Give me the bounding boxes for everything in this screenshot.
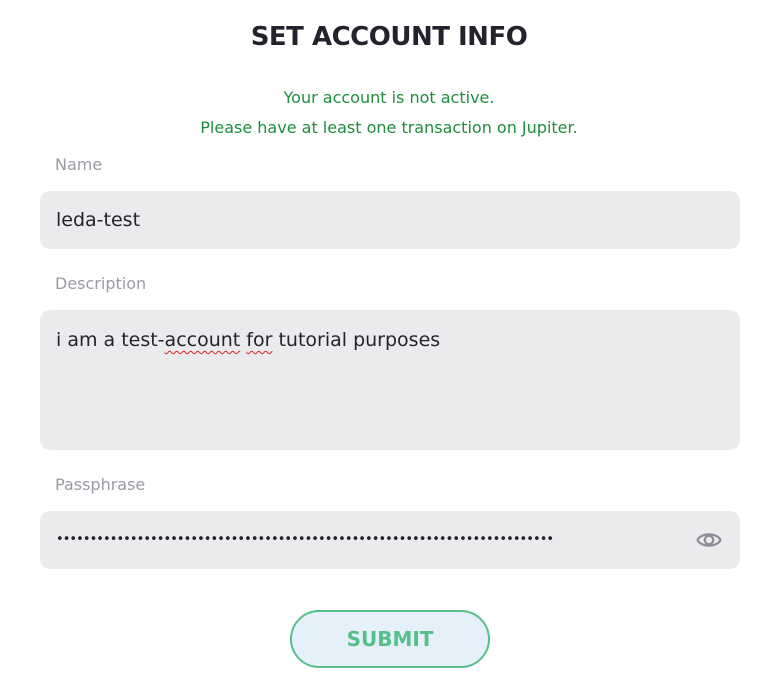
transaction-required-notice: Please have at least one transaction on … [200,118,578,137]
name-value: leda-test [56,209,141,231]
passphrase-masked-value: ••••••••••••••••••••••••••••••••••••••••… [56,532,554,547]
passphrase-label: Passphrase [55,475,146,494]
name-input[interactable]: leda-test [40,191,740,249]
description-text-suffix: tutorial purposes [272,329,441,351]
set-account-info-page: SET ACCOUNT INFO Your account is not act… [0,0,768,691]
submit-button[interactable]: SUBMIT [290,610,490,668]
name-label: Name [55,155,103,174]
spellcheck-word-account: account [164,329,241,351]
description-text-prefix: i am a test- [56,329,165,351]
description-label: Description [55,274,147,293]
inactive-account-notice: Your account is not active. [283,88,495,107]
eye-icon[interactable] [696,528,722,552]
page-title: SET ACCOUNT INFO [250,22,528,52]
description-textarea[interactable]: i am a test-account for tutorial purpose… [40,310,740,450]
spellcheck-word-for: for [246,329,273,351]
passphrase-input[interactable]: ••••••••••••••••••••••••••••••••••••••••… [40,511,740,569]
